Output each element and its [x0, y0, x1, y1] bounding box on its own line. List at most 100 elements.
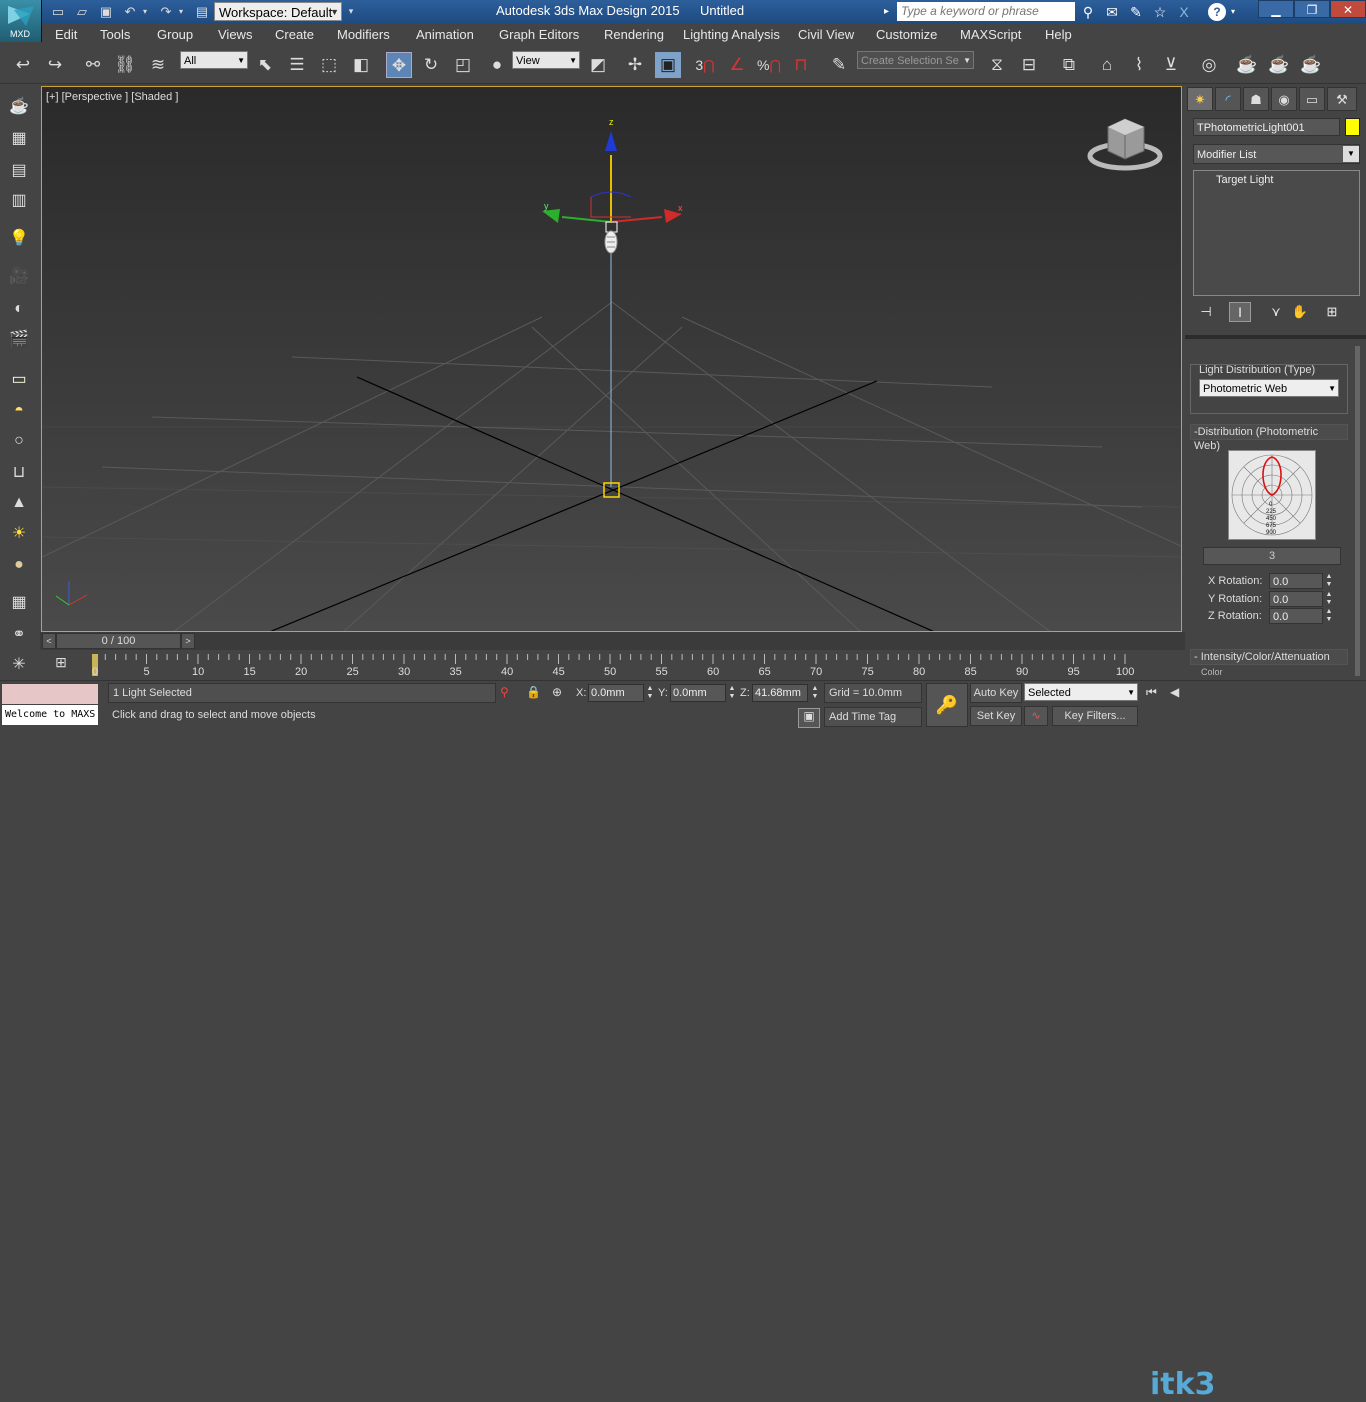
help-icon[interactable]: ? [1208, 3, 1226, 21]
molecule-icon[interactable]: ⚭ [6, 622, 32, 648]
rendered-frame-window-icon[interactable]: ☕ [1266, 52, 1292, 78]
sphere-icon[interactable]: ○ [6, 428, 32, 454]
time-slider[interactable]: 0 / 100 [56, 633, 181, 649]
render-icon[interactable]: ▦ [6, 126, 32, 152]
distribution-rollout-header[interactable]: -Distribution (Photometric Web) [1190, 424, 1348, 452]
curve-editor-icon[interactable]: ⌇ [1126, 52, 1152, 78]
material-editor-icon[interactable]: ◎ [1196, 52, 1222, 78]
y-coord-input[interactable]: 0.0mm [670, 684, 726, 702]
menu-help[interactable]: Help [1045, 27, 1072, 42]
time-slider-prev-icon[interactable]: < [42, 633, 56, 649]
document-icon[interactable]: ▤ [6, 158, 32, 184]
project-folder-icon[interactable]: ▤ [192, 2, 212, 21]
favorites-star-icon[interactable]: ☆ [1150, 3, 1170, 21]
maximize-button[interactable]: ❐ [1294, 0, 1330, 18]
subscription-icon[interactable]: ✎ [1126, 3, 1146, 21]
spinner-snap-icon[interactable]: ⊓ [788, 52, 814, 78]
undo-icon[interactable]: ↩ [10, 52, 36, 78]
binoculars-icon[interactable]: ⚲ [1078, 3, 1098, 21]
auto-key-button[interactable]: Auto Key [970, 683, 1022, 703]
photometric-light-icon[interactable] [604, 221, 618, 254]
basket-icon[interactable]: ⊔ [6, 460, 32, 486]
menu-animation[interactable]: Animation [416, 27, 474, 42]
minimize-button[interactable]: ▁ [1258, 0, 1294, 18]
z-coord-spinner[interactable]: ▲ ▼ [810, 685, 820, 701]
search-input[interactable] [897, 2, 1075, 21]
motion-tab-icon[interactable]: ◉ [1271, 87, 1297, 111]
select-by-name-icon[interactable]: ☰ [284, 52, 310, 78]
menu-rendering[interactable]: Rendering [604, 27, 664, 42]
panel-scrollbar[interactable] [1355, 346, 1360, 676]
key-mode-dropdown[interactable]: Selected ▼ [1024, 683, 1138, 701]
help-dropdown-icon[interactable]: ▾ [1228, 3, 1238, 21]
go-to-start-icon[interactable]: ⏮ [1146, 685, 1164, 703]
utilities-tab-icon[interactable]: ⚒ [1327, 87, 1357, 111]
remove-modifier-icon[interactable]: ✋ [1289, 302, 1311, 322]
maxscript-listener-output[interactable]: Welcome to MAXS [2, 705, 98, 725]
maxscript-listener-input[interactable] [2, 684, 98, 704]
sky-dome-icon[interactable]: ● [6, 552, 32, 578]
light-distribution-dropdown[interactable]: Photometric Web ▼ [1199, 379, 1339, 397]
hemisphere-icon[interactable]: ◓ [6, 398, 32, 424]
scene-explorer-icon[interactable]: ⌂ [1094, 52, 1120, 78]
select-and-rotate-icon[interactable]: ↻ [418, 52, 444, 78]
menu-tools[interactable]: Tools [100, 27, 130, 42]
default-tangent-icon[interactable]: ∿ [1024, 706, 1048, 726]
set-key-button[interactable]: Set Key [970, 706, 1022, 726]
table-icon[interactable]: ▥ [6, 188, 32, 214]
exchange-apps-icon[interactable]: X [1174, 3, 1194, 21]
edit-named-selection-icon[interactable]: ✎ [826, 52, 852, 78]
y-rotation-spinner[interactable]: ▲ ▼ [1324, 591, 1334, 607]
undo-dropdown-icon[interactable]: ▾ [140, 2, 150, 21]
mirror-icon[interactable]: ⧖ [984, 52, 1010, 78]
show-end-result-icon[interactable]: Ⅰ [1229, 302, 1251, 322]
time-tag-icon[interactable]: ▣ [798, 708, 820, 728]
menu-customize[interactable]: Customize [876, 27, 937, 42]
menu-graph-editors[interactable]: Graph Editors [499, 27, 579, 42]
angle-snap-icon[interactable]: ∠ [724, 52, 750, 78]
z-arrow-icon[interactable] [605, 131, 617, 151]
redo-dropdown-icon[interactable]: ▾ [176, 2, 186, 21]
intensity-rollout-header[interactable]: - Intensity/Color/Attenuation [1190, 649, 1348, 665]
set-key-icon[interactable]: 🔑 [926, 683, 968, 727]
z-rotation-input[interactable]: 0.0 [1269, 608, 1323, 624]
modifier-list-dropdown[interactable]: Modifier List ▼ [1193, 144, 1360, 164]
render-setup-icon[interactable]: ☕ [1234, 52, 1260, 78]
search-expand-icon[interactable]: ▸ [884, 3, 896, 21]
select-and-scale-icon[interactable]: ◰ [450, 52, 476, 78]
redo-icon[interactable]: ↪ [42, 52, 68, 78]
menu-modifiers[interactable]: Modifiers [337, 27, 390, 42]
communication-center-icon[interactable]: ✉ [1102, 3, 1122, 21]
absolute-mode-icon[interactable]: ⊕ [552, 685, 568, 701]
x-rotation-input[interactable]: 0.0 [1269, 573, 1323, 589]
menu-views[interactable]: Views [218, 27, 252, 42]
modify-tab-icon[interactable]: ◜ [1215, 87, 1241, 111]
snaps-toggle-icon[interactable]: 3⋂ [692, 52, 718, 78]
bind-to-space-warp-icon[interactable]: ≋ [145, 52, 171, 78]
close-button[interactable]: ✕ [1330, 0, 1366, 18]
hierarchy-tab-icon[interactable]: ☗ [1243, 87, 1269, 111]
named-selection-set-dropdown[interactable]: Create Selection Se ▼ [857, 51, 974, 69]
z-coord-input[interactable]: 41.68mm [752, 684, 808, 702]
use-pivot-center-icon[interactable]: ◩ [585, 52, 611, 78]
menu-create[interactable]: Create [275, 27, 314, 42]
viewcube-icon[interactable] [1087, 118, 1163, 171]
application-button[interactable]: MXD [0, 0, 42, 42]
undo-icon[interactable]: ↶ [120, 2, 140, 21]
save-file-icon[interactable]: ▣ [96, 2, 116, 21]
select-and-manipulate-icon[interactable]: ✢ [622, 52, 648, 78]
open-file-icon[interactable]: ▱ [72, 2, 92, 21]
photometric-web-graph[interactable]: 0 225 450 675 900 [1228, 450, 1316, 540]
schematic-view-icon[interactable]: ⊻ [1158, 52, 1184, 78]
make-unique-icon[interactable]: ⋎ [1265, 302, 1287, 322]
selection-filter-dropdown[interactable]: All ▼ [180, 51, 248, 69]
track-bar[interactable]: ⊞ 0 5 10 15 20 25 30 35 40 45 50 55 60 65 70 75 80 85 90 95… [40, 650, 1185, 680]
unlink-selection-icon[interactable]: ⛓ [112, 52, 138, 78]
rectangular-selection-icon[interactable]: ⬚ [316, 52, 342, 78]
object-name-field[interactable]: TPhotometricLight001 [1193, 118, 1340, 136]
pin-stack-icon[interactable]: ⊣ [1195, 302, 1217, 322]
mini-curve-editor-icon[interactable]: ⊞ [50, 654, 72, 672]
create-tab-icon[interactable]: ✷ [1187, 87, 1213, 111]
time-slider-next-icon[interactable]: > [181, 633, 195, 649]
y-arrow-icon[interactable] [542, 209, 560, 223]
